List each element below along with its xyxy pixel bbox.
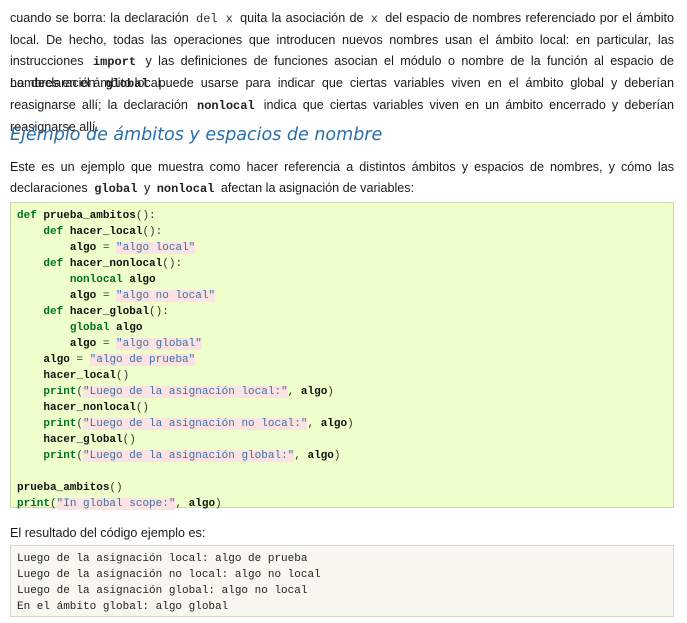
inline-code-nonlocal: nonlocal xyxy=(197,99,255,113)
code-line: algo = "algo de prueba" xyxy=(17,352,667,368)
output-line: Luego de la asignación local: algo de pr… xyxy=(17,553,308,565)
string: "Luego de la asignación no local:" xyxy=(83,418,308,430)
code-line: print("In global scope:", algo) xyxy=(17,498,222,510)
punct: () xyxy=(109,482,123,494)
builtin: print xyxy=(43,418,77,430)
output-block: Luego de la asignación local: algo de pr… xyxy=(10,545,674,617)
code-line: hacer_global() xyxy=(17,432,667,448)
op: = xyxy=(102,338,110,350)
code-line: nonlocal algo xyxy=(17,272,667,288)
punct: () xyxy=(135,210,150,222)
fn-call: hacer_nonlocal xyxy=(43,402,136,414)
output-line: En el ámbito global: algo global xyxy=(17,601,229,613)
paragraph-result-intro: El resultado del código ejemplo es: xyxy=(10,526,206,540)
fn-name: hacer_nonlocal xyxy=(69,258,163,270)
string: "algo global" xyxy=(116,338,202,350)
var: algo xyxy=(69,338,97,350)
code-line: global algo xyxy=(17,320,667,336)
var: algo xyxy=(300,386,328,398)
punct: () xyxy=(116,370,130,382)
inline-code-global: global xyxy=(94,182,138,196)
code-line: print("Luego de la asignación no local:"… xyxy=(43,418,354,430)
kw: global xyxy=(69,322,110,334)
fn-call: hacer_global xyxy=(43,434,123,446)
fn-name: hacer_global xyxy=(69,306,150,318)
code-line: hacer_local() xyxy=(17,368,667,384)
var: algo xyxy=(129,274,156,286)
string: "algo local" xyxy=(116,242,196,254)
code-line: def hacer_local(): xyxy=(17,224,667,240)
kw: def xyxy=(17,210,37,222)
text: La declaración xyxy=(10,76,96,90)
string: "algo no local" xyxy=(116,290,216,302)
code-line: algo = "algo global" xyxy=(17,336,667,352)
var: algo xyxy=(188,498,216,510)
code-line: hacer_nonlocal() xyxy=(17,400,667,416)
punct: : xyxy=(175,258,183,270)
code-block-example: def prueba_ambitos(): def hacer_local():… xyxy=(10,202,674,510)
punct: () xyxy=(142,226,156,238)
var: algo xyxy=(69,290,97,302)
var: algo xyxy=(307,450,334,462)
text: y xyxy=(143,181,151,195)
string: "algo de prueba" xyxy=(89,354,196,366)
string: "Luego de la asignación global:" xyxy=(83,450,295,462)
op: = xyxy=(102,242,110,254)
document-page: cuando se borra: la declaración del x qu… xyxy=(0,0,687,623)
code-line: print("Luego de la asignación global:", … xyxy=(43,450,341,462)
output-line: Luego de la asignación global: algo no l… xyxy=(17,585,308,597)
punct: : xyxy=(162,306,169,318)
code-line: def hacer_global(): xyxy=(17,304,667,320)
punct: , xyxy=(307,418,315,430)
var: algo xyxy=(320,418,348,430)
kw: def xyxy=(43,258,64,270)
code-line: def prueba_ambitos(): xyxy=(17,208,667,224)
string: "Luego de la asignación local:" xyxy=(83,386,288,398)
section-heading: Ejémplo de ámbitos y espacios de nombre xyxy=(10,125,383,145)
kw: def xyxy=(43,226,64,238)
fn-name: prueba_ambitos xyxy=(43,210,136,222)
text: cuando se borra: la declaración xyxy=(10,11,189,25)
op: = xyxy=(102,290,110,302)
punct: , xyxy=(175,498,183,510)
string: "In global scope:" xyxy=(56,498,176,510)
punct: () xyxy=(149,306,163,318)
var: algo xyxy=(69,242,97,254)
punct: () xyxy=(162,258,176,270)
text: afectan la asignación de variables: xyxy=(220,181,415,195)
code-line: prueba_ambitos() xyxy=(17,480,667,496)
punct: , xyxy=(287,386,295,398)
builtin: print xyxy=(43,386,77,398)
inline-code-import: import xyxy=(92,55,137,69)
inline-code-del-x: del x xyxy=(196,12,233,26)
punct: () xyxy=(122,434,136,446)
punct: () xyxy=(135,402,150,414)
code-line: algo = "algo no local" xyxy=(17,288,667,304)
kw: nonlocal xyxy=(69,274,123,286)
punct: : xyxy=(149,210,156,222)
paragraph-example-intro: Este es un ejemplo que muestra como hace… xyxy=(10,157,674,200)
var: algo xyxy=(43,354,70,366)
text: quita la asociación de xyxy=(240,11,364,25)
op: = xyxy=(76,354,84,366)
code-line: print("Luego de la asignación local:", a… xyxy=(43,386,334,398)
builtin: print xyxy=(17,498,51,510)
kw: def xyxy=(43,306,64,318)
punct: , xyxy=(294,450,301,462)
code-line: algo = "algo local" xyxy=(17,240,667,256)
output-line: Luego de la asignación no local: algo no… xyxy=(17,569,321,581)
inline-code-x: x xyxy=(370,12,378,26)
code-line: def hacer_nonlocal(): xyxy=(17,256,667,272)
inline-code-global: global xyxy=(105,77,149,91)
fn-call: hacer_local xyxy=(43,370,117,382)
var: algo xyxy=(116,322,143,334)
fn-call: prueba_ambitos xyxy=(17,482,110,494)
builtin: print xyxy=(43,450,77,462)
punct: : xyxy=(155,226,163,238)
fn-name: hacer_local xyxy=(69,226,143,238)
inline-code-nonlocal: nonlocal xyxy=(156,182,215,196)
